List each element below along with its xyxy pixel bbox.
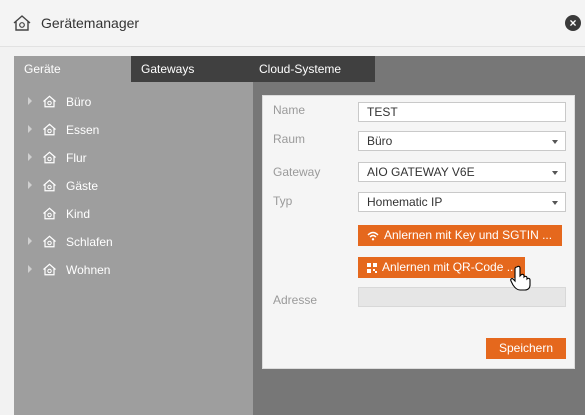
tree-item-gaeste[interactable]: Gäste bbox=[14, 176, 253, 196]
typ-select[interactable]: Homematic IP bbox=[358, 192, 566, 212]
tree-item-essen[interactable]: Essen bbox=[14, 120, 253, 140]
tree-item-buero[interactable]: Büro bbox=[14, 92, 253, 112]
tab-cloud-systeme[interactable]: Cloud-Systeme bbox=[249, 56, 375, 82]
adresse-input bbox=[358, 287, 566, 307]
tab-bar: Geräte Gateways Cloud-Systeme bbox=[14, 56, 585, 82]
gateway-value: AIO GATEWAY V6E bbox=[367, 165, 475, 179]
expand-arrow-icon[interactable] bbox=[28, 237, 32, 245]
raum-value: Büro bbox=[367, 134, 393, 148]
adresse-label: Adresse bbox=[273, 293, 318, 307]
hand-pointer-icon bbox=[510, 265, 531, 291]
expand-arrow-icon[interactable] bbox=[28, 125, 32, 133]
house-icon bbox=[43, 263, 56, 276]
chevron-down-icon bbox=[552, 201, 558, 205]
tab-label: Cloud-Systeme bbox=[259, 62, 342, 76]
tree-item-label: Kind bbox=[66, 207, 91, 221]
name-value: TEST bbox=[367, 105, 398, 119]
expand-arrow-icon[interactable] bbox=[28, 181, 32, 189]
tree-item-schlafen[interactable]: Schlafen bbox=[14, 232, 253, 252]
typ-label: Typ bbox=[273, 194, 293, 208]
gateway-select[interactable]: AIO GATEWAY V6E bbox=[358, 162, 566, 182]
title-bar: Gerätemanager × bbox=[0, 0, 585, 47]
learn-key-sgtin-button[interactable]: Anlernen mit Key und SGTIN ... bbox=[358, 225, 562, 246]
tree-item-label: Büro bbox=[66, 95, 92, 109]
house-icon bbox=[13, 15, 31, 31]
tree-item-label: Flur bbox=[66, 151, 87, 165]
tree-item-flur[interactable]: Flur bbox=[14, 148, 253, 168]
name-input[interactable]: TEST bbox=[358, 102, 566, 122]
tab-label: Geräte bbox=[24, 62, 61, 76]
house-icon bbox=[43, 207, 56, 220]
tree-item-kind[interactable]: Kind bbox=[14, 204, 253, 224]
expand-arrow-icon[interactable] bbox=[28, 265, 32, 273]
tree-item-label: Wohnen bbox=[66, 263, 111, 277]
wifi-icon bbox=[367, 231, 379, 241]
tab-gateways[interactable]: Gateways bbox=[131, 56, 249, 82]
learn-qr-code-button[interactable]: Anlernen mit QR-Code ... bbox=[358, 257, 525, 278]
tree-item-label: Essen bbox=[66, 123, 100, 137]
tab-label: Gateways bbox=[141, 62, 195, 76]
typ-value: Homematic IP bbox=[367, 195, 443, 209]
raum-select[interactable]: Büro bbox=[358, 131, 566, 151]
room-tree: Büro Essen Flur Gäste Kind Schlafen Wohn… bbox=[14, 82, 253, 415]
house-icon bbox=[43, 235, 56, 248]
close-button[interactable]: × bbox=[565, 15, 581, 31]
close-icon: × bbox=[569, 16, 577, 30]
qr-code-icon bbox=[367, 262, 377, 273]
tree-item-label: Schlafen bbox=[66, 235, 113, 249]
learn-key-sgtin-label: Anlernen mit Key und SGTIN ... bbox=[384, 228, 553, 242]
save-label: Speichern bbox=[498, 341, 554, 355]
gateway-label: Gateway bbox=[273, 165, 321, 179]
tab-geraete[interactable]: Geräte bbox=[14, 56, 131, 82]
save-button[interactable]: Speichern bbox=[486, 338, 566, 359]
learn-qr-code-label: Anlernen mit QR-Code ... bbox=[382, 260, 517, 274]
house-icon bbox=[43, 151, 56, 164]
expand-arrow-icon[interactable] bbox=[28, 153, 32, 161]
name-label: Name bbox=[273, 103, 306, 117]
tree-item-wohnen[interactable]: Wohnen bbox=[14, 260, 253, 280]
expand-arrow-icon[interactable] bbox=[28, 97, 32, 105]
chevron-down-icon bbox=[552, 171, 558, 175]
house-icon bbox=[43, 123, 56, 136]
window-title: Gerätemanager bbox=[41, 15, 140, 31]
house-icon bbox=[43, 95, 56, 108]
tree-item-label: Gäste bbox=[66, 179, 99, 193]
raum-label: Raum bbox=[273, 132, 306, 146]
house-icon bbox=[43, 179, 56, 192]
chevron-down-icon bbox=[552, 140, 558, 144]
